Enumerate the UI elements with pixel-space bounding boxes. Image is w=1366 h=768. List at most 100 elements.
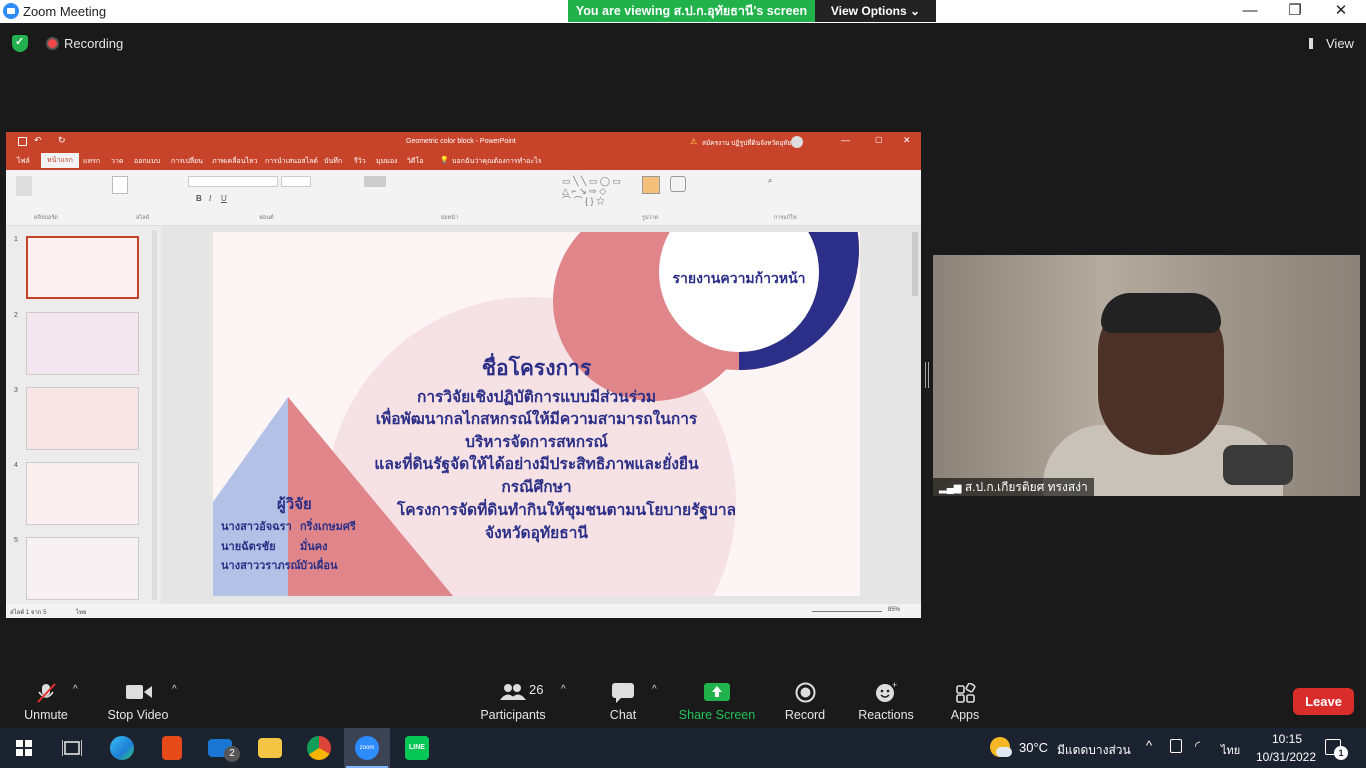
splitter-handle[interactable] bbox=[925, 362, 929, 388]
chevron-down-icon: ⌄ bbox=[910, 4, 921, 18]
font-name-box bbox=[188, 176, 278, 187]
meet-now-icon[interactable] bbox=[1170, 739, 1182, 753]
temperature[interactable]: 30°C bbox=[1019, 740, 1048, 755]
new-slide-icon bbox=[112, 176, 128, 194]
slide-line: และที่ดินรัฐจัดให้ได้อย่างมีประสิทธิภาพแ… bbox=[374, 454, 699, 473]
zoom-percent: 85% bbox=[888, 607, 901, 613]
tray-expand-icon[interactable]: ^ bbox=[1146, 738, 1152, 753]
chat-icon[interactable] bbox=[612, 683, 634, 703]
slide-thumbnail bbox=[26, 312, 139, 375]
ppt-user-name: สมัครงาน ปฏิรูปที่ดินจังหวัดอุทัย bbox=[702, 140, 792, 147]
user-avatar bbox=[791, 136, 803, 148]
weather-description[interactable]: มีแดดบางส่วน bbox=[1057, 741, 1131, 760]
tab-record: บันทึก bbox=[324, 158, 343, 165]
share-screen-label[interactable]: Share Screen bbox=[677, 708, 757, 722]
maximize-icon[interactable]: ❐ bbox=[1285, 1, 1305, 21]
quick-styles-icon bbox=[670, 176, 686, 192]
clock-date[interactable]: 10/31/2022 bbox=[1248, 750, 1324, 764]
windows-start-icon[interactable] bbox=[16, 740, 32, 756]
office-icon[interactable] bbox=[162, 736, 182, 760]
window-title: Zoom Meeting bbox=[23, 4, 107, 19]
tab-animations: ภาพเคลื่อนไหว bbox=[212, 158, 258, 165]
participant-video[interactable] bbox=[933, 255, 1360, 496]
tab-design: ออกแบบ bbox=[134, 158, 161, 165]
viewing-banner: You are viewing ส.ป.ก.อุทัยธานี's screen bbox=[568, 0, 815, 22]
group-paragraph-label: ย่อหน้า bbox=[441, 215, 458, 221]
thumbnail-scrollbar bbox=[152, 230, 157, 600]
zoom-app-icon[interactable]: zoom bbox=[355, 736, 379, 760]
person-hair bbox=[1101, 293, 1221, 333]
view-options-label: View Options bbox=[830, 4, 907, 18]
group-drawing-label: รูปวาด bbox=[642, 215, 659, 221]
researcher-last: มั่นคง bbox=[300, 541, 328, 553]
ppt-document-title: Geometric color block - PowerPoint bbox=[406, 138, 516, 145]
thumb-number: 4 bbox=[14, 462, 18, 469]
close-icon[interactable]: ✕ bbox=[1331, 1, 1351, 21]
share-screen-icon[interactable] bbox=[704, 683, 730, 701]
minimize-icon[interactable]: — bbox=[1240, 1, 1260, 21]
slide-line: เพื่อพัฒนากลไกสหกรณ์ให้มีความสามารถในการ bbox=[375, 409, 698, 428]
tab-insert: แทรก bbox=[83, 158, 101, 165]
researcher-first: นางสาวอัจฉรา bbox=[221, 521, 292, 533]
undo-icon: ↶ bbox=[34, 135, 42, 145]
video-camera-icon[interactable] bbox=[126, 684, 152, 700]
file-explorer-icon[interactable] bbox=[258, 738, 282, 758]
tab-slideshow: การนำเสนอสไลด์ bbox=[265, 158, 318, 165]
group-editing-label: การแก้ไข bbox=[774, 215, 797, 221]
lightbulb-icon: 💡 bbox=[440, 157, 449, 164]
zoom-logo-icon bbox=[3, 3, 19, 19]
chat-chevron-icon[interactable]: ^ bbox=[652, 684, 657, 695]
stop-video-label[interactable]: Stop Video bbox=[104, 708, 172, 722]
apps-icon[interactable] bbox=[956, 683, 976, 703]
chrome-icon[interactable] bbox=[307, 736, 331, 760]
zoom-slider bbox=[812, 611, 882, 612]
redo-icon: ↻ bbox=[58, 135, 66, 145]
participants-label[interactable]: Participants bbox=[478, 708, 548, 722]
reactions-label[interactable]: Reactions bbox=[855, 708, 917, 722]
save-icon bbox=[18, 137, 27, 146]
video-options-chevron-icon[interactable]: ^ bbox=[172, 684, 177, 695]
network-icon[interactable]: ◜ bbox=[1195, 738, 1200, 754]
researcher-last: บัวเผื่อน bbox=[300, 560, 338, 572]
thumb-number: 3 bbox=[14, 387, 18, 394]
view-options-button[interactable]: View Options ⌄ bbox=[815, 0, 936, 22]
security-shield-icon[interactable] bbox=[12, 35, 28, 52]
line-app-icon[interactable]: LINE bbox=[405, 736, 429, 760]
input-language[interactable]: ไทย bbox=[1221, 741, 1240, 759]
slide-heading: ชื่อโครงการ bbox=[481, 355, 592, 380]
chat-label[interactable]: Chat bbox=[604, 708, 642, 722]
shapes-gallery: ▭ ╲ ╲ ▭ ◯ ▭ △ ⌐ ↘ ⇨ ◇ ⌒ ⌒ { } ☆ bbox=[562, 176, 621, 206]
view-button[interactable]: View bbox=[1326, 36, 1354, 51]
reactions-icon[interactable]: + bbox=[875, 681, 899, 703]
tab-transitions: การเปลี่ยน bbox=[171, 158, 203, 165]
participants-icon[interactable] bbox=[500, 683, 526, 701]
recording-label[interactable]: Recording bbox=[64, 36, 123, 51]
leave-button[interactable]: Leave bbox=[1293, 688, 1354, 715]
participant-name: ส.ป.ก.เกียรติยศ ทรงสง่า bbox=[964, 480, 1088, 494]
slide-thumbnail bbox=[26, 462, 139, 525]
view-icon bbox=[1309, 38, 1313, 49]
microphone-muted-icon[interactable] bbox=[35, 682, 57, 704]
clock-time[interactable]: 10:15 bbox=[1257, 732, 1317, 746]
underline-icon: U bbox=[221, 194, 227, 203]
paste-icon bbox=[16, 176, 32, 196]
record-icon[interactable] bbox=[795, 682, 816, 703]
current-slide: รายงานความก้าวหน้า ชื่อโครงการ การวิจัยเ… bbox=[213, 232, 860, 596]
task-view-icon[interactable] bbox=[62, 739, 82, 757]
participants-chevron-icon[interactable]: ^ bbox=[561, 684, 566, 695]
tab-home: หน้าแรก bbox=[41, 153, 79, 168]
edge-icon[interactable] bbox=[110, 736, 134, 760]
unmute-label[interactable]: Unmute bbox=[20, 708, 72, 722]
text-direction-icon bbox=[364, 176, 386, 187]
apps-label[interactable]: Apps bbox=[945, 708, 985, 722]
record-label[interactable]: Record bbox=[780, 708, 830, 722]
ppt-close-icon: ✕ bbox=[903, 135, 911, 145]
tab-view: มุมมอง bbox=[376, 158, 398, 165]
researchers-title: ผู้วิจัย bbox=[277, 495, 312, 513]
tell-me-box: บอกฉันว่าคุณต้องการทำอะไร bbox=[452, 158, 542, 165]
audio-options-chevron-icon[interactable]: ^ bbox=[73, 684, 78, 695]
ppt-statusbar: สไลด์ 1 จาก 5 ไทย 85% bbox=[6, 604, 921, 618]
slide-thumbnail bbox=[26, 537, 139, 600]
progress-report-badge: รายงานความก้าวหน้า bbox=[672, 271, 806, 287]
editor-scrollbar bbox=[912, 232, 918, 296]
